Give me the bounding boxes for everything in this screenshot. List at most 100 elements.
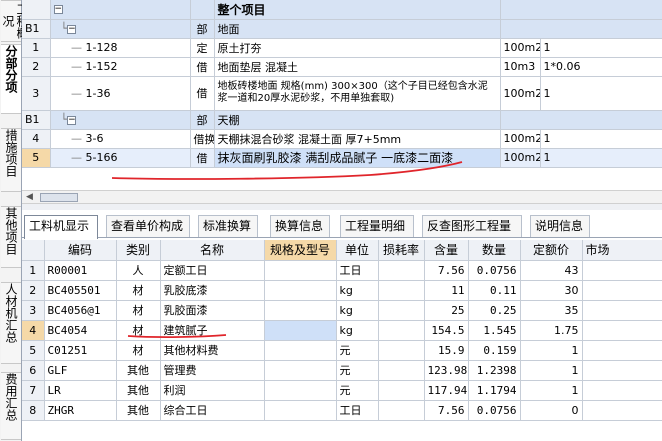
code-cell: — 3-6 [50, 129, 191, 149]
collapse-icon[interactable]: − [53, 5, 63, 15]
header-code[interactable]: 编码 [44, 240, 117, 261]
spec-cell[interactable] [264, 320, 337, 341]
spec-cell[interactable] [264, 400, 337, 421]
table-row[interactable]: 2 — 1-152 借 地面垫层 混凝土 10m3 1*0.06 [22, 57, 662, 77]
spec-cell[interactable] [264, 280, 337, 301]
qty-cell: 1.545 [468, 320, 521, 341]
group-row[interactable]: B1 └− 部 天棚 [22, 110, 662, 130]
category-cell: 材 [116, 320, 161, 341]
type-cell: 借 [190, 57, 215, 77]
table-row[interactable]: 7 LR 其他 利润 元 117.94 1.1794 1 [22, 380, 662, 401]
collapse-icon[interactable]: − [67, 115, 77, 125]
table-row[interactable]: 3 BC4056@1 材 乳胶面漆 kg 25 0.25 35 [22, 300, 662, 321]
name-cell: 综合工日 [160, 400, 265, 421]
code-cell: C01251 [44, 340, 117, 361]
tab-labor-material[interactable]: 工料机显示 [24, 215, 98, 239]
code-cell: BC405501 [44, 280, 117, 301]
row-number: 3 [22, 300, 45, 321]
content-cell: 25 [424, 300, 469, 321]
code-cell: ZHGR [44, 400, 117, 421]
code-cell: — 1-36 [50, 76, 191, 111]
market-cell [582, 360, 662, 381]
side-tab-items[interactable]: 分部分项 [1, 44, 21, 114]
code-text: 3-6 [85, 132, 104, 145]
collapse-icon[interactable]: − [67, 24, 77, 34]
table-row[interactable]: 5 C01251 材 其他材料费 元 15.9 0.159 1 [22, 340, 662, 361]
row-number: 4 [22, 320, 45, 341]
header-loss[interactable]: 损耗率 [378, 240, 425, 261]
table-row[interactable]: 8 ZHGR 其他 综合工日 工日 7.56 0.0756 0 [22, 400, 662, 421]
row-number: 6 [22, 360, 45, 381]
spec-cell[interactable] [264, 260, 337, 281]
side-tab-other[interactable]: 其他项目 [1, 206, 21, 268]
tab-unit-price[interactable]: 查看单价构成 [106, 215, 190, 237]
name-cell: 地板砖楼地面 规格(mm) 300×300（这个子目已经包含水泥浆一道和20厚水… [214, 76, 501, 111]
category-cell: 人 [116, 260, 161, 281]
name-cell: 管理费 [160, 360, 265, 381]
header-content[interactable]: 含量 [424, 240, 469, 261]
content-cell: 117.94 [424, 380, 469, 401]
type-cell [190, 0, 215, 20]
tab-quantity-detail[interactable]: 工程量明细 [340, 215, 414, 237]
table-row[interactable]: 4 — 3-6 借换 天棚抹混合砂浆 混凝土面 厚7+5mm 100m2 1 [22, 129, 662, 149]
content-cell: 154.5 [424, 320, 469, 341]
spec-cell[interactable] [264, 300, 337, 321]
name-cell: 建筑腻子 [160, 320, 265, 341]
market-cell [582, 340, 662, 361]
spec-cell[interactable] [264, 360, 337, 381]
code-cell: LR [44, 380, 117, 401]
row-number: B1 [22, 19, 51, 39]
table-row-selected[interactable]: 5 — 5-166 借 抹灰面刷乳胶漆 满刮成品腻子 一底漆二面漆 100m2 … [22, 148, 662, 168]
table-row[interactable]: 3 — 1-36 借 地板砖楼地面 规格(mm) 300×300（这个子目已经包… [22, 76, 662, 111]
tab-conversion-info[interactable]: 换算信息 [270, 215, 330, 237]
table-row-selected[interactable]: 4 BC4054 材 建筑腻子 kg 154.5 1.545 1.75 [22, 320, 662, 341]
table-row[interactable]: 6 GLF 其他 管理费 元 123.98 1.2398 1 [22, 360, 662, 381]
unit-cell: 元 [336, 360, 379, 381]
side-tab-label: 分部分项 [4, 45, 18, 93]
spec-cell[interactable] [264, 340, 337, 361]
side-tab-fees[interactable]: 费用汇总 [1, 372, 21, 440]
row-number [22, 0, 51, 20]
name-cell: 地面 [214, 19, 501, 39]
code-cell: — 1-128 [50, 38, 191, 58]
scroll-left-icon[interactable]: ◀ [26, 192, 33, 202]
header-price[interactable]: 定额价 [520, 240, 583, 261]
name-cell: 利润 [160, 380, 265, 401]
content-cell: 7.56 [424, 260, 469, 281]
tab-graphic-quantity[interactable]: 反查图形工程量 [422, 215, 522, 237]
tab-description[interactable]: 说明信息 [530, 215, 590, 237]
market-cell [582, 400, 662, 421]
loss-cell [378, 400, 425, 421]
side-tab-labor-material[interactable]: 人材机汇总 [1, 282, 21, 364]
spec-cell[interactable] [264, 380, 337, 401]
row-number: 3 [22, 76, 51, 111]
table-row[interactable]: 2 BC405501 材 乳胶底漆 kg 11 0.11 30 [22, 280, 662, 301]
type-cell: 借 [190, 76, 215, 111]
table-row[interactable]: 1 — 1-128 定 原土打夯 100m2 1 [22, 38, 662, 58]
loss-cell [378, 320, 425, 341]
scroll-thumb[interactable] [40, 193, 78, 202]
items-grid: − 整个项目 B1 └− 部 地面 1 — 1-128 定 原土打夯 100m2… [22, 0, 662, 190]
unit-cell: 元 [336, 380, 379, 401]
header-qty[interactable]: 数量 [468, 240, 521, 261]
header-market[interactable]: 市场 [582, 240, 662, 261]
horizontal-scrollbar[interactable]: ◀ [22, 190, 662, 204]
side-tab-measures[interactable]: 措施项目 [1, 128, 21, 192]
table-row[interactable]: 1 R00001 人 定额工日 工日 7.56 0.0756 43 [22, 260, 662, 281]
header-name[interactable]: 名称 [160, 240, 265, 261]
root-row[interactable]: − 整个项目 [22, 0, 662, 20]
price-cell: 30 [520, 280, 583, 301]
header-category[interactable]: 类别 [116, 240, 161, 261]
row-number: 5 [22, 340, 45, 361]
tab-standard-conversion[interactable]: 标准换算 [198, 215, 258, 237]
market-cell [582, 380, 662, 401]
row-number: 7 [22, 380, 45, 401]
header-unit[interactable]: 单位 [336, 240, 379, 261]
pane-splitter[interactable] [22, 204, 662, 210]
side-tab-overview[interactable]: 工程概况 [1, 0, 29, 42]
loss-cell [378, 260, 425, 281]
group-row[interactable]: B1 └− 部 地面 [22, 19, 662, 39]
header-spec[interactable]: 规格及型号 [264, 240, 337, 261]
price-cell: 1.75 [520, 320, 583, 341]
unit-cell: 100m2 [500, 38, 541, 58]
